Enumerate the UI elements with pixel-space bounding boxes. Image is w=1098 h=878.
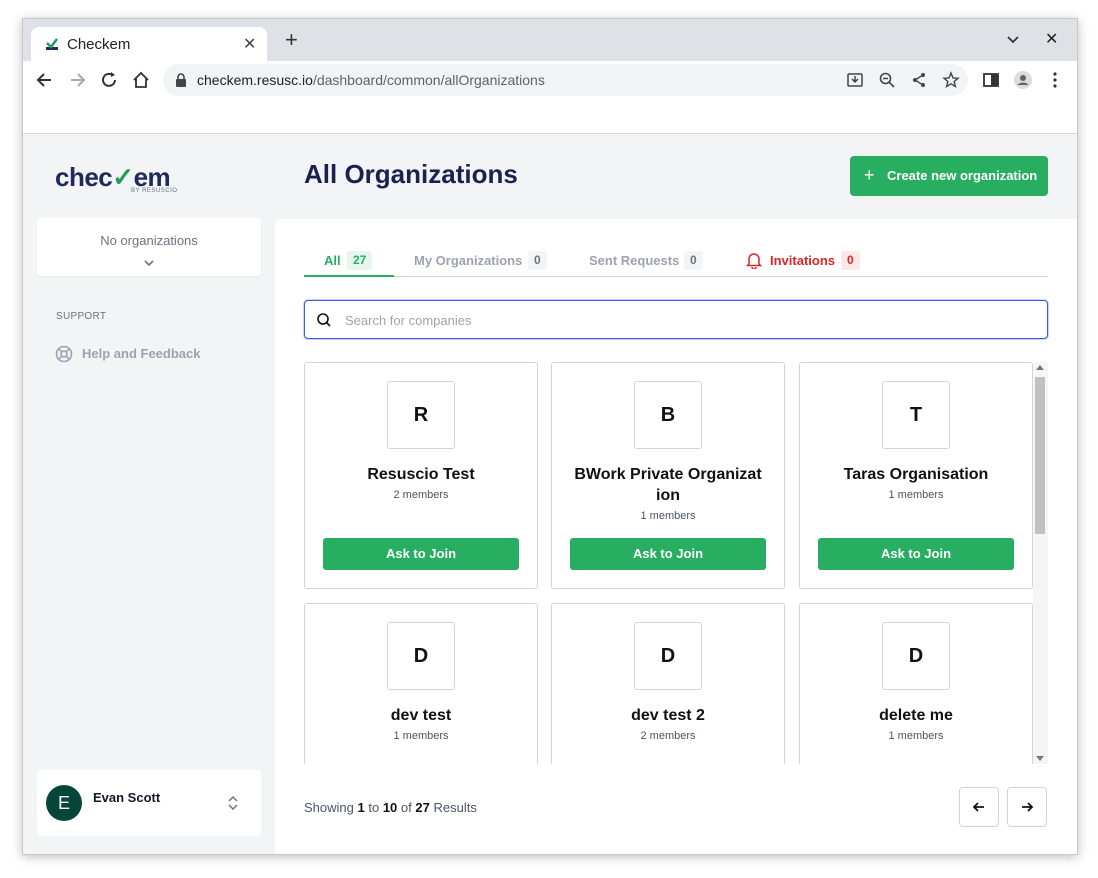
lock-icon: [176, 73, 186, 87]
organization-initial: D: [882, 622, 950, 690]
new-tab-icon[interactable]: +: [285, 29, 298, 51]
tab-all-count: 27: [347, 251, 373, 270]
organization-card: D dev test 2 2 members: [551, 603, 785, 764]
organization-members: 1 members: [640, 510, 696, 522]
bookmark-star-icon[interactable]: [942, 71, 960, 89]
checkem-favicon-icon: [46, 38, 58, 50]
organization-name: BWork Private Organizat ion: [574, 466, 762, 504]
profile-icon[interactable]: [1013, 70, 1033, 90]
forward-arrow-icon[interactable]: [67, 70, 87, 90]
browser-tab[interactable]: Checkem ✕: [31, 27, 267, 61]
help-and-feedback-label: Help and Feedback: [82, 346, 201, 361]
ask-to-join-button[interactable]: Ask to Join: [818, 538, 1014, 570]
create-organization-button[interactable]: + Create new organization: [850, 156, 1048, 196]
tab-all[interactable]: All 27: [304, 248, 394, 277]
organization-tabs: All 27 My Organizations 0 Sent Requests …: [304, 248, 1048, 277]
organization-initial: T: [882, 381, 950, 449]
tab-invitations[interactable]: Invitations 0: [746, 248, 866, 275]
reload-icon[interactable]: [99, 70, 119, 90]
back-arrow-icon[interactable]: [35, 70, 55, 90]
organization-members: 1 members: [888, 730, 944, 742]
search-input[interactable]: [343, 309, 1027, 331]
tab-search-chevron-icon[interactable]: [1005, 31, 1021, 47]
tab-invitations-label: Invitations: [770, 253, 836, 268]
side-panel-icon[interactable]: [981, 70, 1001, 90]
user-menu[interactable]: E Evan Scott: [37, 770, 261, 836]
sidebar: chec✓em BY RESUSCIO No organizations SUP…: [23, 134, 275, 854]
organization-name: dev test: [390, 707, 452, 724]
install-app-icon[interactable]: [846, 71, 864, 89]
chevron-down-icon: [144, 260, 154, 267]
organization-initial: B: [634, 381, 702, 449]
browser-toolbar: checkem.resusc.io/dashboard/common/allOr…: [23, 61, 1077, 99]
organization-card: B BWork Private Organizat ion 1 members …: [551, 362, 785, 589]
tab-title: Checkem: [67, 36, 131, 53]
tab-sent-requests-count: 0: [684, 251, 703, 270]
organization-card: D delete me 1 members: [799, 603, 1033, 764]
support-section-label: SUPPORT: [56, 311, 107, 322]
organization-initial: D: [634, 622, 702, 690]
url-text: checkem.resusc.io/dashboard/common/allOr…: [197, 72, 545, 88]
organization-members: 2 members: [393, 489, 449, 501]
browser-window: Checkem ✕ + ✕ checkem.resusc.io/dashboar…: [22, 18, 1078, 855]
organization-name: delete me: [879, 707, 953, 724]
app-root: chec✓em BY RESUSCIO No organizations SUP…: [23, 134, 1077, 854]
checkem-logo[interactable]: chec✓em BY RESUSCIO: [55, 162, 177, 194]
user-name: Evan Scott: [93, 790, 161, 805]
previous-page-button[interactable]: [959, 787, 999, 827]
arrow-right-icon: [1022, 802, 1034, 812]
lifebuoy-icon: [55, 345, 73, 363]
organization-card: T Taras Organisation 1 members Ask to Jo…: [799, 362, 1033, 589]
avatar: E: [46, 785, 82, 821]
tab-strip: Checkem ✕ + ✕: [23, 19, 1077, 61]
organization-name: Resuscio Test: [367, 466, 475, 483]
create-organization-label: Create new organization: [887, 168, 1038, 183]
tab-sent-requests[interactable]: Sent Requests 0: [589, 248, 709, 275]
tab-my-organizations-label: My Organizations: [414, 253, 523, 268]
tab-sent-requests-label: Sent Requests: [589, 253, 680, 268]
plus-icon: +: [864, 165, 875, 185]
tab-all-label: All: [324, 253, 341, 268]
bell-icon: [746, 253, 762, 269]
organization-name: dev test 2: [631, 707, 705, 724]
search-icon: [317, 313, 331, 327]
organization-members: 1 members: [888, 489, 944, 501]
tab-invitations-count: 0: [841, 251, 860, 270]
zoom-icon[interactable]: [878, 71, 896, 89]
organization-grid: R Resuscio Test 2 members Ask to Join B …: [304, 362, 1049, 764]
scrollbar-thumb[interactable]: [1035, 377, 1045, 534]
organization-initial: D: [387, 622, 455, 690]
browser-menu-icon[interactable]: [1045, 70, 1065, 90]
organization-name: Taras Organisation: [843, 466, 989, 483]
scroll-down-arrow-icon[interactable]: [1036, 756, 1044, 761]
grid-scrollbar[interactable]: [1033, 362, 1048, 764]
tab-my-organizations-count: 0: [528, 251, 547, 270]
page-title: All Organizations: [304, 159, 518, 189]
share-icon[interactable]: [910, 71, 928, 89]
scroll-up-arrow-icon[interactable]: [1036, 365, 1044, 370]
search-field[interactable]: [304, 300, 1048, 339]
chevron-up-down-icon: [228, 795, 238, 811]
organization-card: R Resuscio Test 2 members Ask to Join: [304, 362, 538, 589]
home-icon[interactable]: [131, 70, 151, 90]
tab-my-organizations[interactable]: My Organizations 0: [414, 248, 554, 275]
organizations-panel: All 27 My Organizations 0 Sent Requests …: [275, 219, 1077, 854]
pagination-summary: Showing 1 to 10 of 27 Results: [304, 800, 477, 815]
bookmark-bar: [23, 99, 1077, 134]
arrow-left-icon: [972, 802, 984, 812]
organization-selector-label: No organizations: [100, 233, 198, 248]
organization-selector[interactable]: No organizations: [37, 218, 261, 276]
tab-close-icon[interactable]: ✕: [243, 34, 256, 54]
window-close-icon[interactable]: ✕: [1045, 29, 1058, 49]
ask-to-join-button[interactable]: Ask to Join: [323, 538, 519, 570]
organization-members: 1 members: [393, 730, 449, 742]
organization-members: 2 members: [640, 730, 696, 742]
next-page-button[interactable]: [1007, 787, 1047, 827]
organization-card: D dev test 1 members: [304, 603, 538, 764]
logo-subtitle: BY RESUSCIO: [131, 188, 178, 194]
address-bar[interactable]: checkem.resusc.io/dashboard/common/allOr…: [163, 64, 968, 96]
organization-initial: R: [387, 381, 455, 449]
ask-to-join-button[interactable]: Ask to Join: [570, 538, 766, 570]
